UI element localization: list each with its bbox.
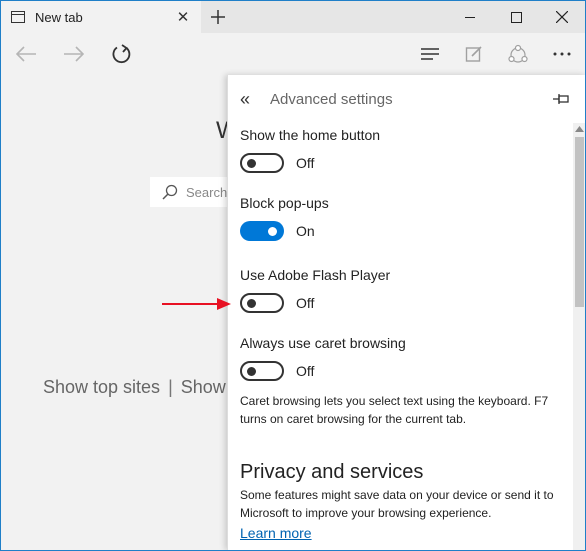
toggle-knob xyxy=(247,298,256,308)
toggle-row: Off xyxy=(240,153,380,173)
setting-label: Show the home button xyxy=(240,127,381,143)
show-top-sites-link[interactable]: Show top sites xyxy=(43,377,160,397)
browser-window: New tab ✕ Search Show top sites | Show «… xyxy=(0,0,586,551)
panel-header: « Advanced settings xyxy=(228,75,585,123)
annotation-arrow-icon xyxy=(162,298,231,310)
hub-button[interactable] xyxy=(413,37,447,71)
maximize-button[interactable] xyxy=(493,1,539,33)
setting-label: Use Adobe Flash Player xyxy=(240,267,391,283)
home-button-toggle[interactable] xyxy=(240,153,284,173)
web-note-icon xyxy=(465,46,482,62)
show-link[interactable]: Show xyxy=(181,377,226,397)
toggle-row: Off xyxy=(240,361,406,381)
search-icon xyxy=(162,184,178,200)
web-note-button[interactable] xyxy=(457,37,491,71)
maximize-icon xyxy=(510,11,522,23)
caret-browsing-description: Caret browsing lets you select text usin… xyxy=(240,394,549,426)
tab-new-tab[interactable]: New tab ✕ xyxy=(1,1,201,33)
minimize-icon xyxy=(465,16,475,18)
caret-browsing-toggle[interactable] xyxy=(240,361,284,381)
toggle-state: Off xyxy=(296,155,315,171)
setting-label: Always use caret browsing xyxy=(240,335,406,351)
advanced-settings-panel: « Advanced settings Show the home button… xyxy=(227,75,585,550)
more-dots-icon xyxy=(553,52,571,56)
plus-icon xyxy=(211,10,225,24)
back-button[interactable] xyxy=(9,37,43,71)
pin-icon[interactable] xyxy=(552,93,572,105)
tab-title: New tab xyxy=(35,9,83,25)
forward-button[interactable] xyxy=(57,37,91,71)
share-icon xyxy=(508,44,528,63)
refresh-icon xyxy=(112,44,131,64)
toggle-knob xyxy=(247,366,256,376)
share-button[interactable] xyxy=(501,37,535,71)
minimize-button[interactable] xyxy=(447,1,493,33)
new-tab-button[interactable] xyxy=(205,5,231,29)
setting-caret-browsing: Always use caret browsing Off xyxy=(240,335,406,381)
privacy-section-heading: Privacy and services xyxy=(240,461,424,483)
search-placeholder: Search xyxy=(186,184,228,200)
back-arrow-icon xyxy=(15,46,36,62)
back-chevrons-icon[interactable]: « xyxy=(240,89,262,110)
close-icon xyxy=(556,11,568,23)
close-tab-icon[interactable]: ✕ xyxy=(171,5,195,29)
setting-block-popups: Block pop-ups On xyxy=(240,195,329,241)
toggle-row: Off xyxy=(240,293,390,313)
tab-page-icon xyxy=(11,11,25,23)
navigation-bar xyxy=(1,33,585,75)
page-link-bar: Show top sites | Show xyxy=(43,377,226,398)
panel-title: Advanced settings xyxy=(270,90,393,108)
title-bar: New tab ✕ xyxy=(1,1,585,33)
toggle-knob xyxy=(268,226,277,236)
refresh-button[interactable] xyxy=(105,37,139,71)
scroll-up-arrow-icon[interactable] xyxy=(575,123,584,135)
more-button[interactable] xyxy=(545,37,579,71)
hub-icon xyxy=(421,48,439,60)
toggle-knob xyxy=(247,158,256,168)
toggle-row: On xyxy=(240,221,329,241)
setting-label: Block pop-ups xyxy=(240,195,329,211)
toggle-state: On xyxy=(296,223,315,239)
setting-show-home-button: Show the home button Off xyxy=(240,127,380,173)
scrollbar-thumb[interactable] xyxy=(575,137,584,307)
toggle-state: Off xyxy=(296,363,315,379)
forward-arrow-icon xyxy=(64,46,85,62)
privacy-description: Some features might save data on your de… xyxy=(240,488,554,520)
panel-scrollbar[interactable] xyxy=(573,123,585,550)
setting-adobe-flash: Use Adobe Flash Player Off xyxy=(240,267,390,313)
close-window-button[interactable] xyxy=(539,1,585,33)
adobe-flash-toggle[interactable] xyxy=(240,293,284,313)
page-search-box[interactable]: Search xyxy=(150,177,230,207)
block-popups-toggle[interactable] xyxy=(240,221,284,241)
learn-more-link[interactable]: Learn more xyxy=(240,525,312,541)
toggle-state: Off xyxy=(296,295,315,311)
link-separator: | xyxy=(168,377,173,397)
